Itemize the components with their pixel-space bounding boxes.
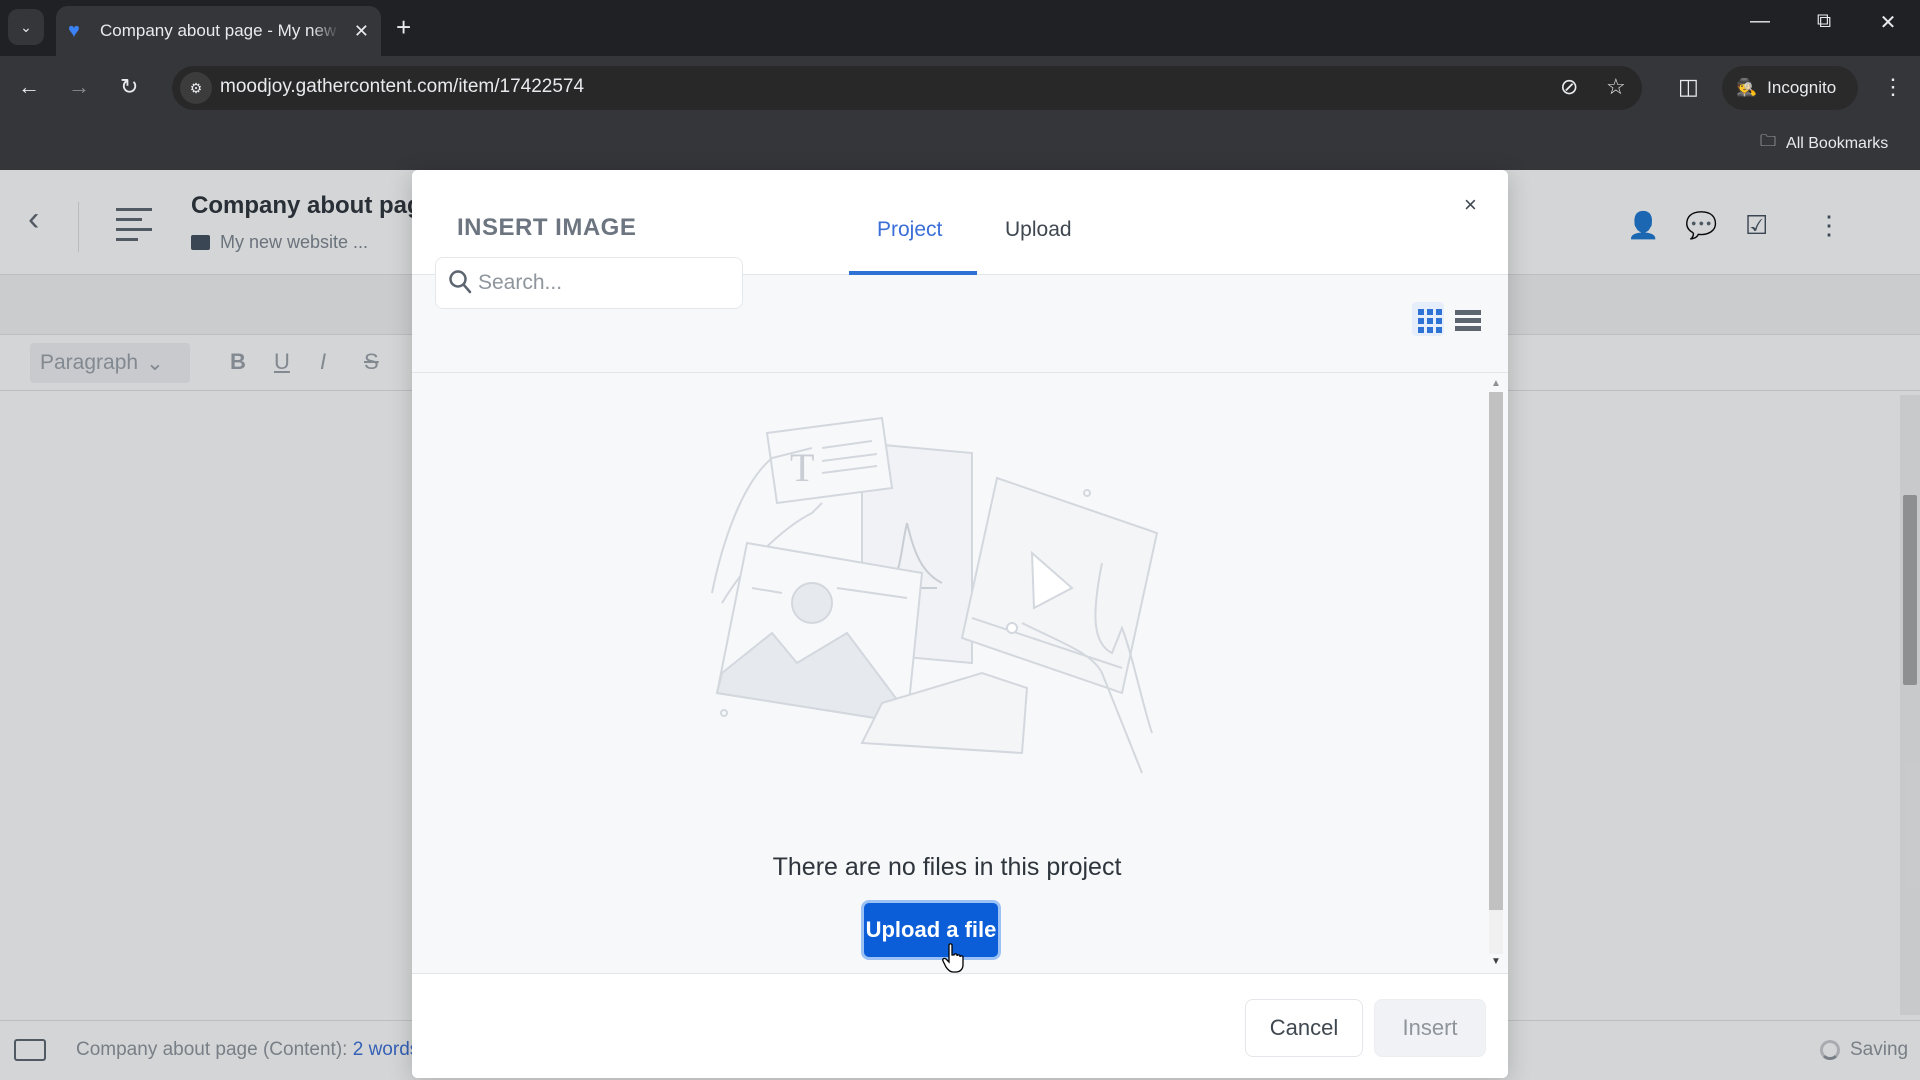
scroll-down-arrow-icon[interactable]: ▼ bbox=[1491, 956, 1501, 967]
scroll-up-arrow-icon[interactable]: ▲ bbox=[1491, 378, 1501, 389]
chevron-down-icon: ⌄ bbox=[20, 18, 32, 35]
insert-image-dialog: INSERT IMAGE Project Upload × Search... … bbox=[412, 170, 1508, 1078]
tab-title: Company about page - My new website bbox=[100, 21, 340, 40]
close-icon[interactable]: × bbox=[1464, 192, 1477, 218]
dialog-footer: Cancel Insert bbox=[412, 973, 1508, 1078]
restore-window-icon[interactable]: ⧉ bbox=[1804, 10, 1844, 33]
list-line bbox=[1455, 318, 1481, 323]
list-line bbox=[1455, 310, 1481, 315]
minimize-window-icon[interactable]: — bbox=[1740, 10, 1780, 33]
bookmarks-bar bbox=[0, 120, 1920, 170]
grid-dot bbox=[1436, 309, 1442, 315]
grid-dot bbox=[1436, 327, 1442, 333]
all-bookmarks-button[interactable]: 🗀 All Bookmarks bbox=[1760, 130, 1888, 157]
grid-dot bbox=[1418, 327, 1424, 333]
tab-close-icon[interactable]: ✕ bbox=[354, 21, 369, 42]
incognito-label: Incognito bbox=[1767, 78, 1837, 97]
hand-pointer-cursor-icon bbox=[942, 943, 964, 973]
eye-off-icon[interactable]: ⊘ bbox=[1560, 74, 1578, 100]
grid-dot bbox=[1427, 309, 1433, 315]
list-line bbox=[1455, 326, 1481, 331]
back-arrow-icon[interactable]: ← bbox=[18, 74, 40, 100]
tab-list-button[interactable]: ⌄ bbox=[8, 9, 44, 45]
bookmark-star-icon[interactable]: ☆ bbox=[1606, 74, 1626, 100]
site-info-icon[interactable]: ⚙ bbox=[180, 72, 212, 104]
list-view-toggle[interactable] bbox=[1455, 310, 1481, 334]
upload-file-button[interactable]: Upload a file bbox=[861, 900, 1001, 960]
tab-project[interactable]: Project bbox=[877, 218, 942, 242]
grid-dot bbox=[1427, 318, 1433, 324]
incognito-icon: 🕵 bbox=[1736, 78, 1758, 97]
forward-arrow-icon[interactable]: → bbox=[68, 74, 90, 100]
search-icon bbox=[449, 270, 472, 294]
grid-dot bbox=[1418, 309, 1424, 315]
grid-view-toggle[interactable] bbox=[1412, 302, 1444, 336]
dialog-title: INSERT IMAGE bbox=[457, 214, 637, 241]
folder-icon: 🗀 bbox=[1760, 133, 1777, 150]
incognito-badge[interactable]: 🕵 Incognito bbox=[1722, 66, 1858, 110]
browser-tab-active[interactable]: ♥ Company about page - My new website ✕ bbox=[56, 6, 381, 56]
cancel-button[interactable]: Cancel bbox=[1245, 999, 1363, 1057]
empty-state-message: There are no files in this project bbox=[772, 853, 1122, 881]
scrollbar-thumb[interactable] bbox=[1489, 392, 1503, 910]
tab-upload[interactable]: Upload bbox=[1005, 218, 1072, 242]
insert-button[interactable]: Insert bbox=[1374, 999, 1486, 1057]
file-browser-area: T There are no files in this project Upl… bbox=[412, 373, 1508, 973]
grid-dot bbox=[1427, 327, 1433, 333]
empty-state-illustration: T bbox=[711, 416, 1159, 774]
close-window-icon[interactable]: ✕ bbox=[1868, 10, 1908, 35]
browser-menu-icon[interactable]: ⋮ bbox=[1882, 74, 1904, 100]
new-tab-button[interactable]: + bbox=[396, 12, 411, 43]
side-panel-icon[interactable]: ◫ bbox=[1678, 74, 1699, 100]
reload-icon[interactable]: ↻ bbox=[120, 74, 138, 100]
search-input[interactable] bbox=[478, 265, 728, 301]
gathercontent-favicon-icon: ♥ bbox=[68, 20, 80, 42]
browser-tab-strip: ⌄ ♥ Company about page - My new website … bbox=[0, 0, 1920, 56]
grid-dot bbox=[1436, 318, 1442, 324]
url-text[interactable]: moodjoy.gathercontent.com/item/17422574 bbox=[220, 76, 584, 98]
grid-dot bbox=[1418, 318, 1424, 324]
all-bookmarks-label: All Bookmarks bbox=[1786, 134, 1889, 152]
dialog-scrollbar[interactable]: ▲ ▼ bbox=[1488, 378, 1504, 968]
